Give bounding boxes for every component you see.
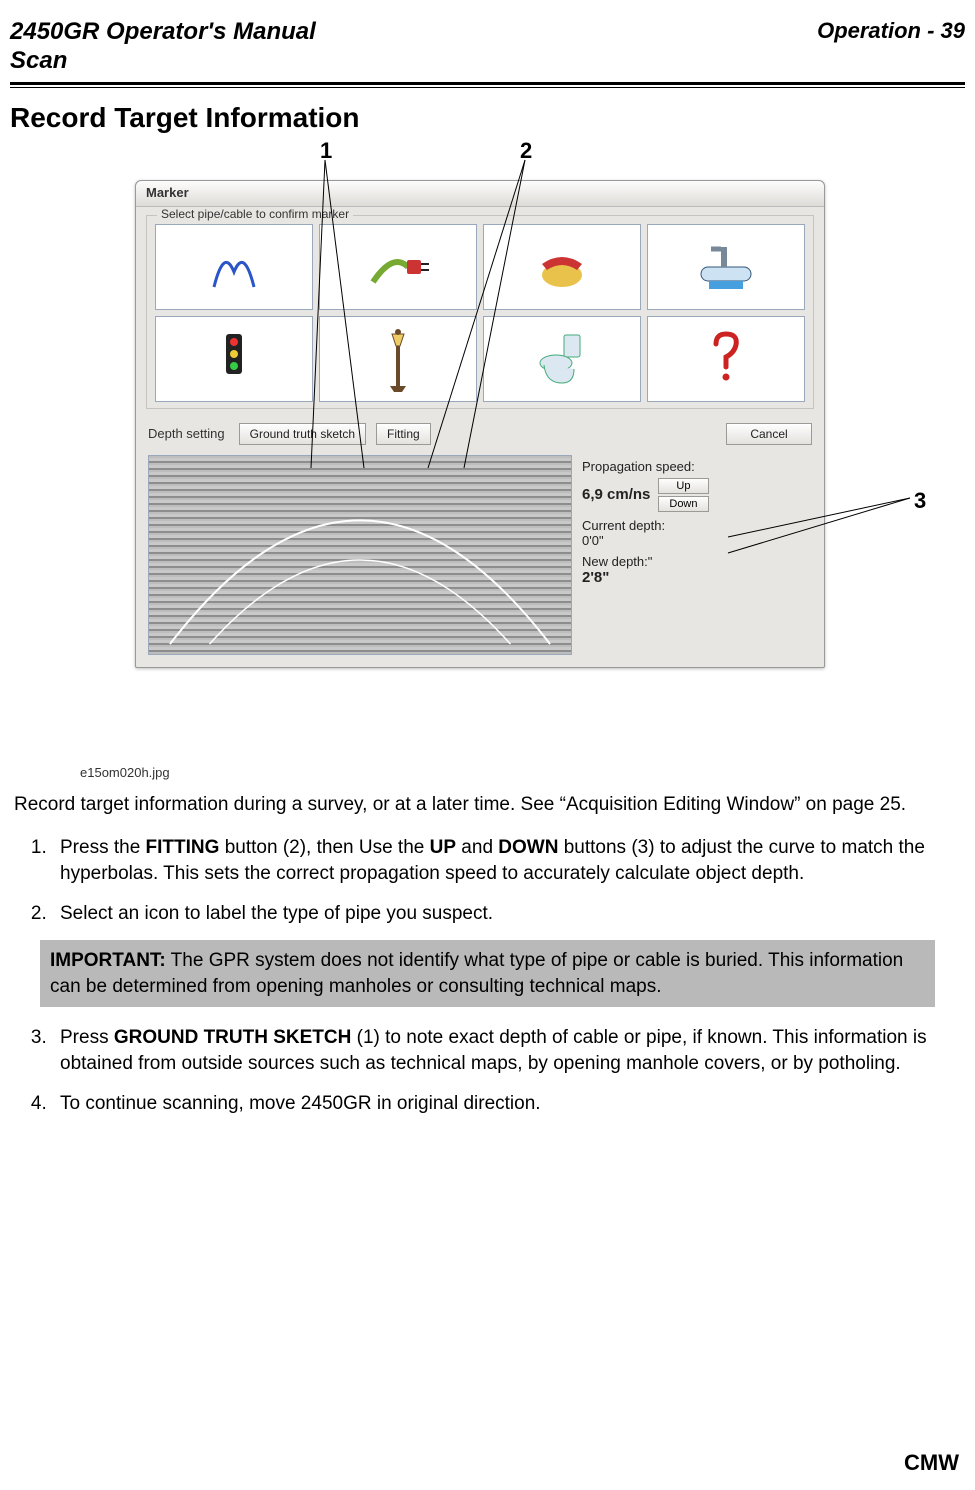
telecom-icon[interactable]	[483, 224, 641, 310]
important-box: IMPORTANT: The GPR system does not ident…	[40, 940, 935, 1007]
steps-list-a: Press the FITTING button (2), then Use t…	[52, 835, 957, 926]
prop-speed-label: Propagation speed:	[582, 459, 810, 474]
important-label: IMPORTANT:	[50, 950, 166, 971]
hyperbola-overlay	[149, 456, 571, 654]
up-button[interactable]: Up	[658, 478, 708, 494]
step-2: Select an icon to label the type of pipe…	[52, 901, 957, 927]
header-left: 2450GR Operator's Manual Scan	[10, 18, 316, 76]
callout-3: 3	[914, 488, 926, 514]
street-lamp-icon	[378, 324, 418, 394]
manual-title: 2450GR Operator's Manual	[10, 18, 316, 47]
up-bold: UP	[430, 837, 456, 858]
down-button[interactable]: Down	[658, 496, 708, 512]
toilet-icon	[534, 329, 590, 389]
lamp-icon[interactable]	[319, 316, 477, 402]
intro-text: Record target information during a surve…	[14, 792, 961, 818]
electric-icon[interactable]	[319, 224, 477, 310]
new-depth-value: 2'8"	[582, 569, 810, 586]
radar-preview	[148, 455, 572, 655]
unknown-icon[interactable]	[647, 316, 805, 402]
step-3: Press GROUND TRUTH SKETCH (1) to note ex…	[52, 1025, 957, 1076]
plug-icon	[363, 242, 433, 292]
window-title: Marker	[146, 185, 189, 200]
icon-group: Select pipe/cable to confirm marker	[146, 215, 814, 409]
step-1: Press the FITTING button (2), then Use t…	[52, 835, 957, 886]
marker-window: Marker Select pipe/cable to confirm mark…	[135, 180, 825, 668]
bottom-row: Propagation speed: 6,9 cm/ns Up Down Cur…	[136, 451, 824, 667]
window-titlebar: Marker	[136, 181, 824, 207]
cancel-button[interactable]: Cancel	[726, 423, 812, 445]
fitting-bold: FITTING	[146, 837, 220, 858]
current-depth-label: Current depth:	[582, 518, 810, 533]
depth-setting-label: Depth setting	[148, 426, 229, 441]
button-row: Depth setting Ground truth sketch Fittin…	[136, 413, 824, 451]
new-depth-label: New depth:"	[582, 554, 810, 569]
callout-1: 1	[320, 138, 332, 164]
question-mark-icon	[706, 329, 746, 389]
important-text: The GPR system does not identify what ty…	[50, 950, 903, 997]
sink-icon	[691, 239, 761, 295]
flame-icon	[204, 242, 264, 292]
ground-truth-bold: GROUND TRUTH SKETCH	[114, 1027, 352, 1048]
figure-area: 1 2 3 Marker Select pipe/cable to confir…	[10, 140, 965, 780]
group-label: Select pipe/cable to confirm marker	[157, 207, 353, 221]
down-bold: DOWN	[498, 837, 558, 858]
page-header: 2450GR Operator's Manual Scan Operation …	[10, 0, 965, 78]
icon-grid	[155, 224, 805, 402]
phone-icon	[527, 242, 597, 292]
prop-speed-value: 6,9 cm/ns	[582, 486, 650, 503]
rule-thick	[10, 82, 965, 85]
ground-truth-button[interactable]: Ground truth sketch	[239, 423, 366, 445]
rule-thin	[10, 87, 965, 88]
callout-2: 2	[520, 138, 532, 164]
water-icon[interactable]	[647, 224, 805, 310]
sewer-icon[interactable]	[483, 316, 641, 402]
gas-icon[interactable]	[155, 224, 313, 310]
traffic-icon[interactable]	[155, 316, 313, 402]
steps-list-b: Press GROUND TRUTH SKETCH (1) to note ex…	[52, 1025, 957, 1116]
current-depth-value: 0'0"	[582, 533, 810, 548]
page-ref: Operation - 39	[817, 18, 965, 44]
step-4: To continue scanning, move 2450GR in ori…	[52, 1091, 957, 1117]
footer: CMW	[904, 1450, 959, 1476]
image-caption: e15om020h.jpg	[80, 765, 170, 780]
section-name: Scan	[10, 47, 316, 76]
fitting-button[interactable]: Fitting	[376, 423, 431, 445]
section-title: Record Target Information	[10, 102, 965, 134]
traffic-light-icon	[209, 329, 259, 389]
side-panel: Propagation speed: 6,9 cm/ns Up Down Cur…	[580, 455, 812, 655]
